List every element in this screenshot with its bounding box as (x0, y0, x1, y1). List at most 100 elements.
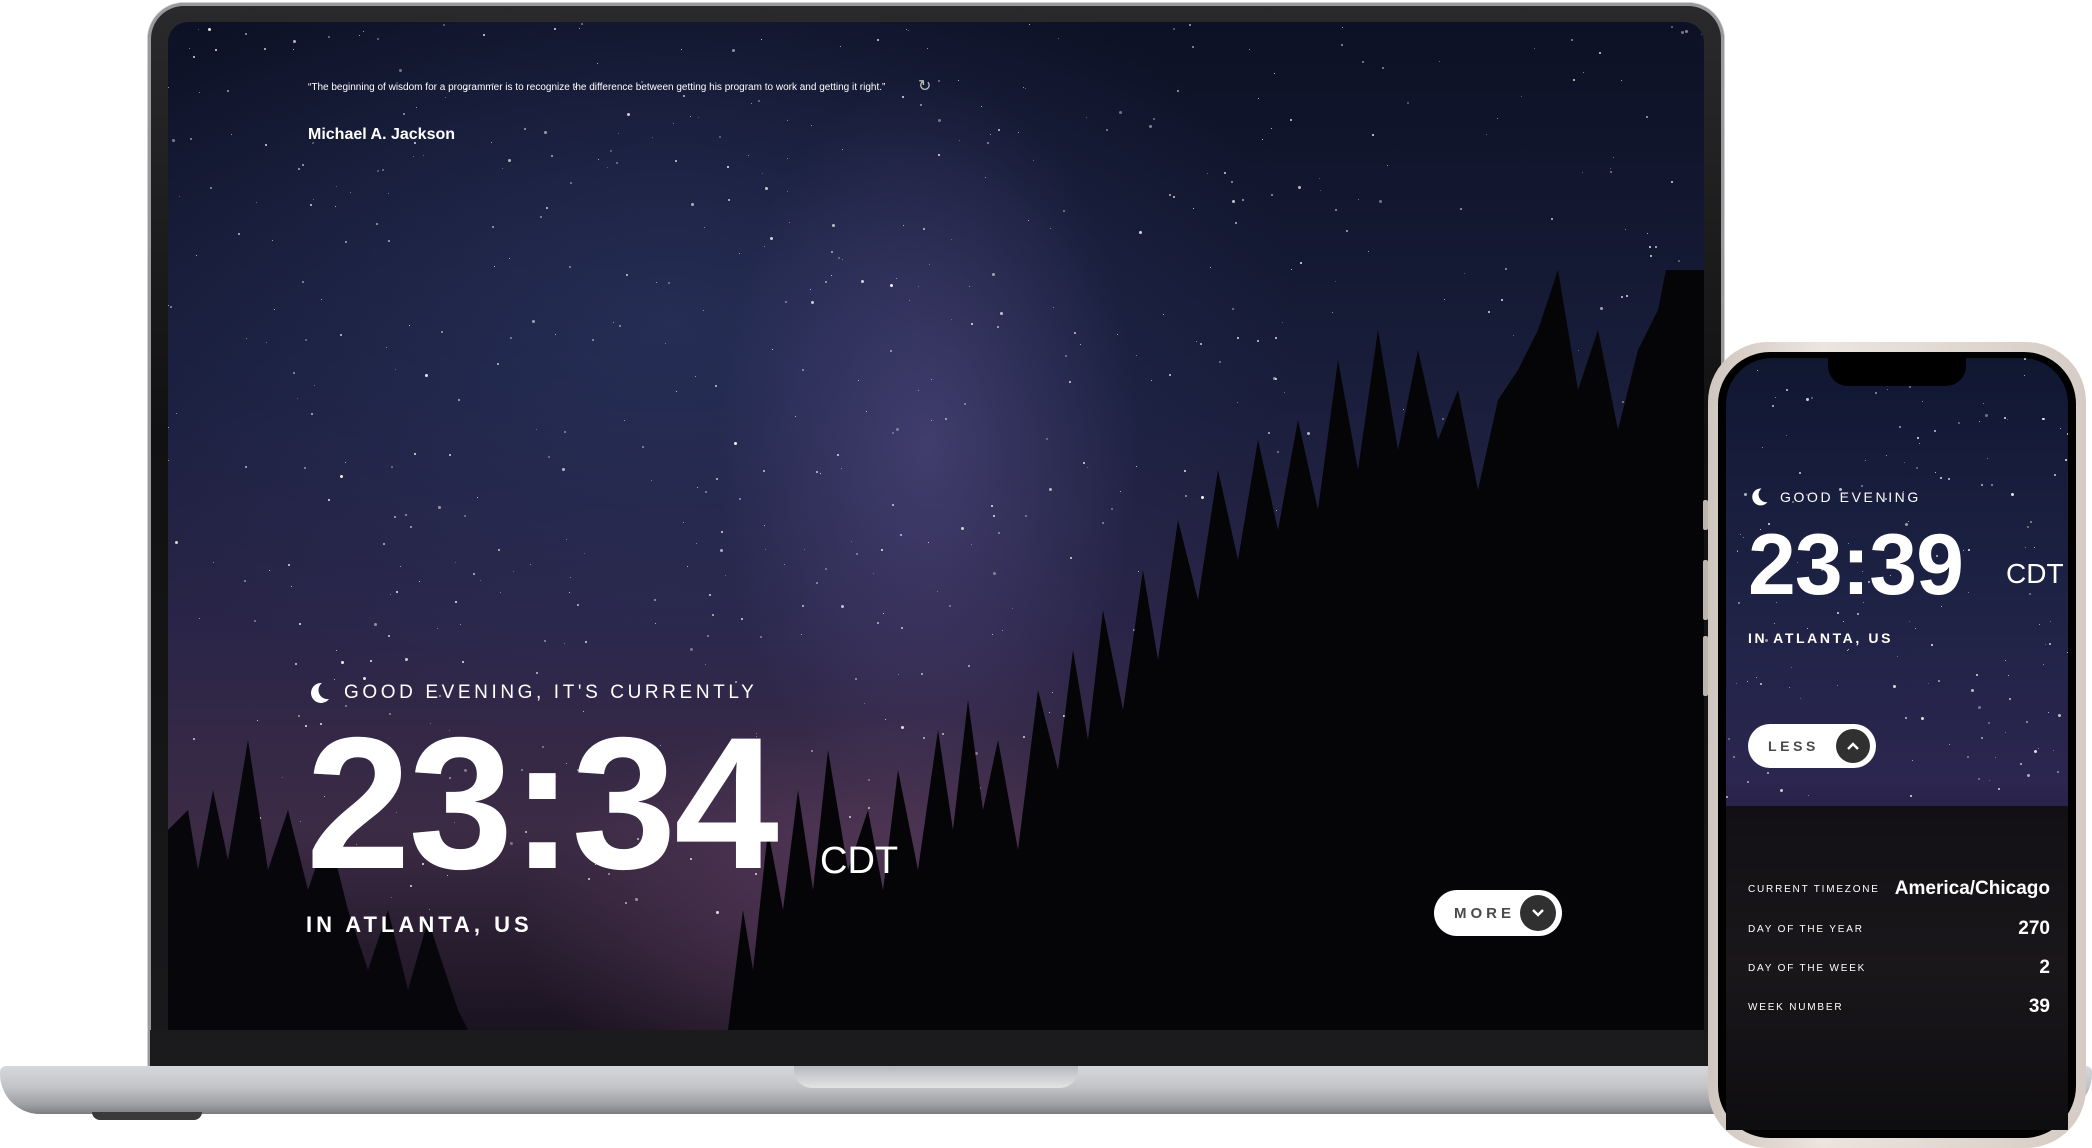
laptop-foot-left (92, 1112, 202, 1120)
star (1987, 458, 1988, 459)
star (1320, 190, 1321, 191)
star (199, 92, 200, 93)
star (1050, 228, 1051, 229)
star (1583, 72, 1584, 73)
star (335, 206, 336, 207)
star (423, 155, 424, 156)
star (597, 63, 598, 64)
star (1025, 88, 1026, 89)
star (2057, 771, 2059, 773)
star (2060, 428, 2061, 429)
star (990, 134, 991, 135)
star (377, 38, 379, 40)
star (238, 233, 240, 235)
star (376, 223, 378, 225)
star (2026, 721, 2028, 723)
star (1678, 260, 1680, 262)
star (1231, 181, 1233, 183)
star (1407, 102, 1409, 104)
star (179, 196, 180, 197)
star (359, 35, 360, 36)
star (551, 155, 553, 157)
star (1460, 208, 1462, 210)
star (443, 24, 445, 26)
star (1368, 251, 1369, 252)
star (1153, 118, 1155, 120)
star (336, 186, 337, 187)
less-button[interactable]: LESS (1748, 724, 1876, 768)
location: IN ATLANTA, US (306, 912, 533, 937)
refresh-icon[interactable]: ↻ (918, 78, 936, 96)
star (1737, 551, 1738, 552)
star (1647, 233, 1648, 234)
star (1909, 386, 1911, 388)
star (1985, 414, 1988, 417)
star (1058, 38, 1059, 39)
star (1671, 26, 1673, 28)
more-button[interactable]: MORE (1434, 890, 1562, 936)
star (1169, 194, 1171, 196)
star (1701, 34, 1702, 35)
star (494, 266, 495, 267)
star (1023, 87, 1024, 88)
phone-timezone-abbr: CDT (2006, 558, 2064, 589)
star (1989, 780, 1990, 781)
star (1193, 208, 1194, 209)
star (413, 156, 414, 157)
star (1857, 613, 1859, 615)
star (1909, 621, 1910, 622)
star (1808, 795, 1809, 796)
star (1904, 462, 1905, 463)
star (1341, 44, 1343, 46)
star (210, 187, 212, 189)
moon-icon (1748, 486, 1770, 508)
star (310, 204, 312, 206)
star (1979, 421, 1980, 422)
star (524, 128, 526, 130)
star (1780, 789, 1783, 792)
star (1921, 717, 1924, 720)
star (215, 49, 217, 51)
star (1893, 685, 1896, 688)
star (1119, 111, 1122, 114)
star (416, 107, 417, 108)
star (1887, 389, 1888, 390)
star (1799, 472, 1801, 474)
star (2027, 526, 2029, 528)
star (1806, 398, 1809, 401)
star (1610, 168, 1611, 169)
star (2011, 493, 2014, 496)
star (540, 216, 542, 218)
star (675, 160, 677, 162)
star (1807, 628, 1808, 629)
star (951, 239, 952, 240)
star (544, 131, 547, 134)
star (959, 140, 960, 141)
star (704, 227, 705, 228)
detail-row-day-of-year: DAY OF THE YEAR 270 (1748, 918, 2050, 940)
star (198, 29, 199, 30)
star (491, 142, 492, 143)
star (2005, 732, 2006, 733)
star (987, 142, 989, 144)
star (1760, 683, 1762, 685)
star (691, 203, 694, 206)
star (2042, 418, 2044, 420)
star (502, 168, 503, 169)
star (1728, 738, 1730, 740)
chevron-up-icon (1836, 729, 1870, 763)
detail-value: America/Chicago (1894, 878, 2050, 899)
star (581, 23, 583, 25)
star (193, 56, 195, 58)
star (1775, 397, 1776, 398)
star (787, 158, 788, 159)
star (388, 193, 389, 194)
star (1207, 173, 1208, 174)
star (908, 30, 909, 31)
star (265, 144, 267, 146)
star (1786, 389, 1788, 391)
star (1886, 455, 1887, 456)
star (168, 87, 169, 88)
star (1029, 24, 1030, 25)
star (1791, 667, 1792, 668)
